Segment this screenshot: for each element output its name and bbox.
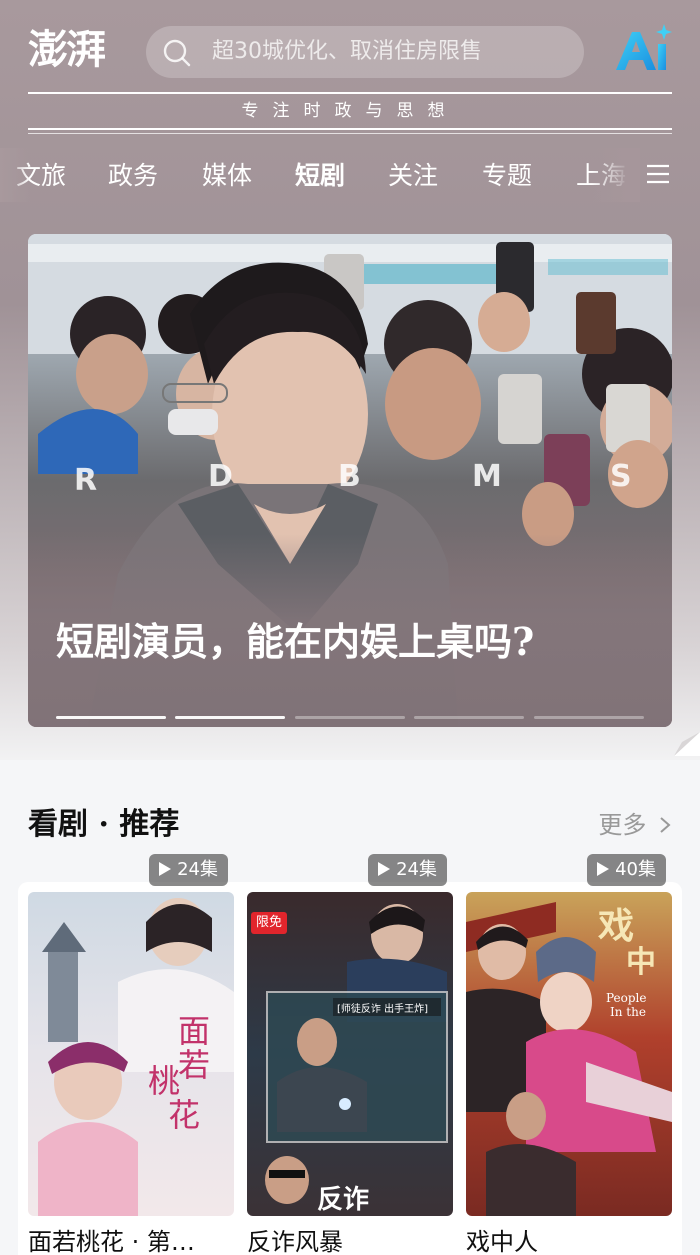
app-header: 澎湃 超30城优化、取消住房限售 bbox=[0, 0, 700, 90]
svg-text:People: People bbox=[606, 991, 646, 1005]
carousel-dot[interactable] bbox=[534, 716, 644, 719]
svg-text:M: M bbox=[472, 459, 502, 494]
svg-text:中: 中 bbox=[626, 945, 656, 980]
thepaper-logo[interactable]: 澎湃 bbox=[28, 22, 124, 78]
carousel-dot[interactable] bbox=[295, 716, 405, 719]
carousel-dot[interactable] bbox=[175, 716, 285, 719]
play-icon bbox=[378, 862, 391, 876]
carousel-dot[interactable] bbox=[414, 716, 524, 719]
drama-card-list: 面 若 桃 花 24集 面若桃花 · 第… [师徒反诈 出手王炸] 反诈 限免 … bbox=[18, 854, 682, 1255]
hero-title[interactable]: 短剧演员，能在内娱上桌吗? bbox=[56, 616, 656, 668]
header-divider-bottom-2 bbox=[28, 133, 672, 134]
svg-text:D: D bbox=[208, 459, 233, 494]
play-icon bbox=[159, 862, 172, 876]
svg-text:[师徒反诈 出手王炸]: [师徒反诈 出手王炸] bbox=[337, 1002, 428, 1015]
more-link[interactable]: 更多 bbox=[598, 800, 672, 850]
svg-text:S: S bbox=[610, 459, 632, 494]
tab-zhengwu[interactable]: 政务 bbox=[108, 156, 158, 196]
tab-meiti[interactable]: 媒体 bbox=[202, 156, 252, 196]
card-title: 戏中人 bbox=[466, 1228, 538, 1255]
carousel-indicators bbox=[56, 716, 646, 719]
svg-text:反诈: 反诈 bbox=[317, 1185, 369, 1215]
carousel-dot[interactable] bbox=[56, 716, 166, 719]
recommend-section-header: 看剧 · 推荐 更多 bbox=[28, 800, 672, 850]
card-title: 面若桃花 · 第… bbox=[28, 1228, 195, 1255]
slogan: 专注时政与思想 bbox=[241, 101, 459, 121]
play-icon bbox=[597, 862, 610, 876]
tab-duanju[interactable]: 短剧 bbox=[295, 156, 345, 196]
card-title: 反诈风暴 bbox=[247, 1228, 343, 1255]
hero-carousel[interactable]: R D B M S 短剧演员，能在内娱上桌吗? bbox=[28, 234, 672, 727]
episode-count: 24集 bbox=[149, 854, 228, 886]
episode-count: 40集 bbox=[587, 854, 666, 886]
svg-text:花: 花 bbox=[168, 1096, 200, 1134]
free-badge: 限免 bbox=[251, 912, 288, 934]
header-divider-top bbox=[28, 92, 672, 94]
poster-image: 面 若 桃 花 bbox=[28, 892, 234, 1216]
episode-count: 24集 bbox=[368, 854, 447, 886]
search-bar[interactable]: 超30城优化、取消住房限售 bbox=[146, 26, 584, 78]
svg-text:桃: 桃 bbox=[148, 1062, 180, 1100]
header-divider-bottom-1 bbox=[28, 128, 672, 130]
tab-guanzhu[interactable]: 关注 bbox=[388, 156, 438, 196]
svg-text:R: R bbox=[74, 463, 97, 498]
poster-image: 戏 中 People In the bbox=[466, 892, 672, 1216]
svg-text:In the: In the bbox=[610, 1005, 646, 1019]
ai-assistant-icon[interactable] bbox=[612, 22, 674, 76]
svg-text:戏: 戏 bbox=[598, 905, 634, 947]
svg-text:面: 面 bbox=[178, 1012, 210, 1050]
poster-image: [师徒反诈 出手王炸] 反诈 bbox=[247, 892, 453, 1216]
svg-text:B: B bbox=[338, 459, 361, 494]
more-label: 更多 bbox=[598, 811, 647, 839]
page-curl-icon bbox=[674, 732, 700, 756]
svg-text:若: 若 bbox=[178, 1046, 210, 1084]
channel-menu-icon[interactable] bbox=[644, 160, 672, 188]
search-placeholder: 超30城优化、取消住房限售 bbox=[212, 39, 482, 64]
tab-zhuanti[interactable]: 专题 bbox=[482, 156, 532, 196]
tabs-fade-left bbox=[0, 148, 30, 202]
search-icon bbox=[163, 39, 191, 67]
tabs-fade-right bbox=[592, 148, 640, 202]
channel-tabs: 文旅 政务 媒体 短剧 关注 专题 上海 bbox=[0, 148, 700, 202]
chevron-right-icon bbox=[660, 817, 671, 833]
section-title: 看剧 · 推荐 bbox=[28, 807, 180, 842]
